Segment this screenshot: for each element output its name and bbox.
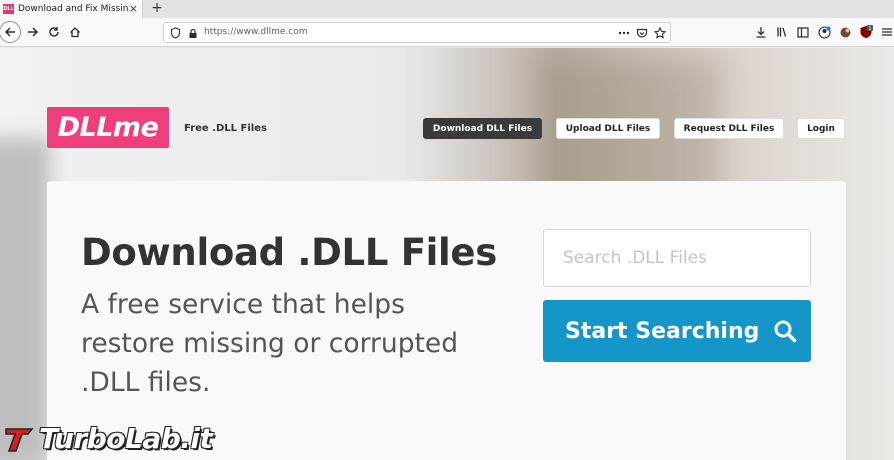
start-searching-button[interactable]: Start Searching: [543, 300, 811, 362]
lock-icon[interactable]: [185, 25, 201, 41]
request-dll-files-button[interactable]: Request DLL Files: [674, 118, 784, 139]
account-icon[interactable]: [815, 23, 833, 41]
more-icon[interactable]: [616, 25, 632, 41]
upload-dll-files-button[interactable]: Upload DLL Files: [556, 118, 660, 139]
turbolab-watermark: TurboLab.it: [4, 422, 213, 455]
login-button[interactable]: Login: [797, 118, 845, 139]
reload-icon[interactable]: [45, 23, 63, 41]
svg-text:1: 1: [868, 26, 871, 32]
search-input[interactable]: [543, 229, 811, 287]
dllme-logo[interactable]: DLLme: [47, 107, 169, 148]
address-bar[interactable]: https://www.dllme.com: [163, 22, 671, 43]
dllme-favicon-icon: DLL: [3, 4, 14, 14]
shield-icon[interactable]: [167, 25, 183, 41]
search-icon: [774, 320, 797, 343]
bookmark-star-icon[interactable]: [652, 25, 668, 41]
ublock-icon[interactable]: 1: [857, 23, 875, 41]
turbolab-logo-icon: [5, 427, 34, 452]
background-photo-left: [0, 138, 50, 460]
forward-arrow-icon[interactable]: [24, 23, 42, 41]
tab-strip: DLL Download and Fix Missing .DLL × +: [0, 0, 894, 18]
library-icon[interactable]: [773, 23, 791, 41]
hero-title: Download .DLL Files: [81, 231, 497, 274]
new-tab-button[interactable]: +: [150, 0, 164, 18]
navigation-toolbar: https://www.dllme.com 1: [0, 18, 894, 47]
home-icon[interactable]: [66, 23, 84, 41]
menu-icon[interactable]: [880, 23, 894, 41]
pocket-icon[interactable]: [634, 25, 650, 41]
start-searching-label: Start Searching: [565, 318, 760, 344]
url-text[interactable]: https://www.dllme.com: [204, 27, 307, 37]
download-dll-files-button[interactable]: Download DLL Files: [423, 118, 542, 139]
sidebar-icon[interactable]: [794, 23, 812, 41]
close-tab-icon[interactable]: ×: [129, 3, 138, 14]
back-arrow-icon[interactable]: [0, 21, 21, 43]
browser-tab[interactable]: DLL Download and Fix Missing .DLL ×: [0, 0, 143, 18]
hero-subtitle: A free service that helps restore missin…: [81, 289, 459, 398]
extension-icon[interactable]: [836, 23, 854, 41]
hero-card: Download .DLL Files A free service that …: [47, 181, 846, 460]
webpage: DLLme Free .DLL Files Download DLL Files…: [0, 48, 894, 460]
tab-title: Download and Fix Missing .DLL: [18, 4, 128, 14]
watermark-text: TurboLab.it: [39, 422, 213, 455]
downloads-icon[interactable]: [752, 23, 770, 41]
site-tagline: Free .DLL Files: [184, 123, 267, 134]
